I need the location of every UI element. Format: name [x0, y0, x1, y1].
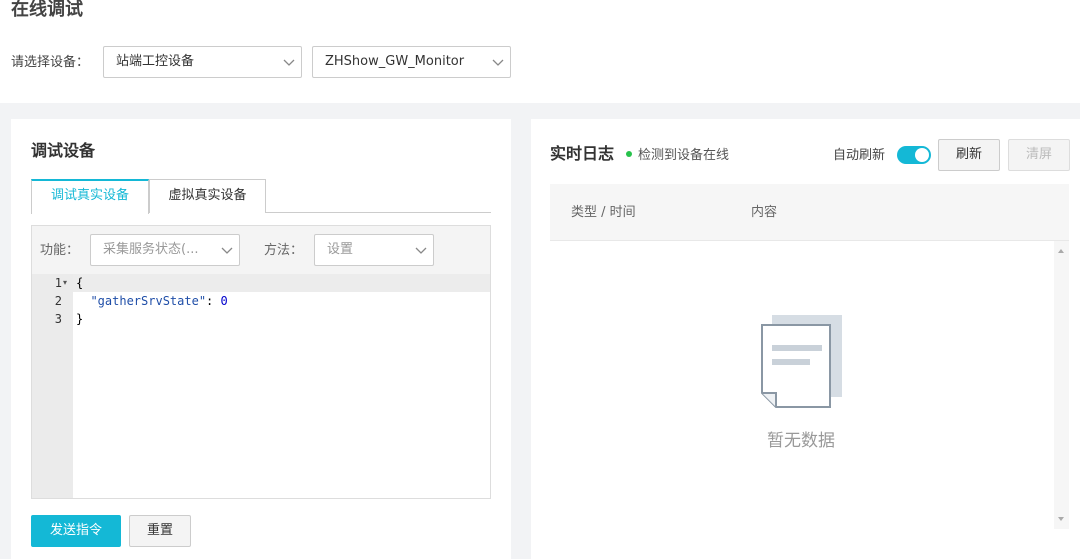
line-number: 2 — [54, 294, 62, 308]
chevron-down-icon — [415, 247, 427, 254]
scroll-down-arrow-icon[interactable] — [1058, 517, 1064, 521]
debug-device-panel: 调试设备 调试真实设备 虚拟真实设备 功能： 采集服务状态(... 方法： 设置… — [11, 119, 511, 559]
reset-button[interactable]: 重置 — [129, 515, 191, 547]
online-status: 检测到设备在线 — [626, 147, 729, 165]
json-separator: : — [206, 294, 221, 308]
json-value: 0 — [220, 294, 228, 308]
json-key: "gatherSrvState" — [90, 294, 207, 308]
column-content: 内容 — [751, 205, 778, 220]
scroll-up-arrow-icon[interactable] — [1058, 249, 1064, 253]
device-select-label: 请选择设备： — [11, 55, 90, 70]
method-label: 方法： — [264, 243, 304, 258]
code-line[interactable]: } — [76, 310, 83, 328]
command-editor: 功能： 采集服务状态(... 方法： 设置 1 ▾ 2 3 { "gatherS… — [31, 225, 491, 499]
auto-refresh-toggle[interactable] — [897, 146, 931, 164]
device-tabs: 调试真实设备 虚拟真实设备 — [31, 179, 491, 214]
editor-toolbar: 功能： 采集服务状态(... 方法： 设置 — [32, 226, 490, 274]
empty-state-text: 暂无数据 — [767, 431, 835, 451]
realtime-log-panel: 实时日志 检测到设备在线 自动刷新 刷新 清屏 类型 / 时间 内容 暂无数据 — [531, 119, 1080, 559]
tab-real-device[interactable]: 调试真实设备 — [31, 179, 149, 214]
device-category-select[interactable]: 站端工控设备 — [103, 46, 302, 78]
log-table-header: 类型 / 时间 内容 — [550, 184, 1069, 241]
toggle-knob — [915, 148, 929, 162]
code-line[interactable]: { — [76, 274, 83, 292]
active-line-highlight — [73, 274, 490, 292]
online-dot-icon — [626, 151, 632, 157]
chevron-down-icon — [492, 59, 504, 66]
column-type-time: 类型 / 时间 — [571, 205, 636, 220]
device-value: ZHShow_GW_Monitor — [325, 54, 465, 69]
line-number: 3 — [54, 312, 62, 326]
refresh-button[interactable]: 刷新 — [938, 139, 1000, 171]
top-bar: 在线调试 请选择设备： 站端工控设备 ZHShow_GW_Monitor — [0, 0, 1080, 103]
auto-refresh-label: 自动刷新 — [833, 148, 886, 163]
online-status-text: 检测到设备在线 — [638, 148, 730, 163]
empty-document-icon — [761, 315, 842, 408]
code-line[interactable]: "gatherSrvState": 0 — [76, 292, 228, 310]
chevron-down-icon — [283, 59, 295, 66]
chevron-down-icon — [221, 247, 233, 254]
function-label: 功能： — [40, 243, 80, 258]
send-command-button[interactable]: 发送指令 — [31, 515, 121, 547]
method-value: 设置 — [327, 242, 354, 257]
page-title: 在线调试 — [11, 0, 83, 20]
clear-screen-button[interactable]: 清屏 — [1008, 139, 1070, 171]
tab-virtual-device[interactable]: 虚拟真实设备 — [149, 179, 266, 213]
function-select[interactable]: 采集服务状态(... — [90, 234, 240, 266]
function-value: 采集服务状态(... — [103, 242, 199, 257]
method-select[interactable]: 设置 — [314, 234, 434, 266]
debug-panel-title: 调试设备 — [31, 141, 96, 160]
log-panel-title: 实时日志 — [550, 144, 615, 163]
device-select[interactable]: ZHShow_GW_Monitor — [312, 46, 511, 78]
fold-arrow-icon[interactable]: ▾ — [63, 274, 71, 292]
line-number: 1 — [54, 276, 62, 290]
log-scrollbar[interactable] — [1054, 241, 1069, 529]
device-category-value: 站端工控设备 — [116, 54, 195, 69]
